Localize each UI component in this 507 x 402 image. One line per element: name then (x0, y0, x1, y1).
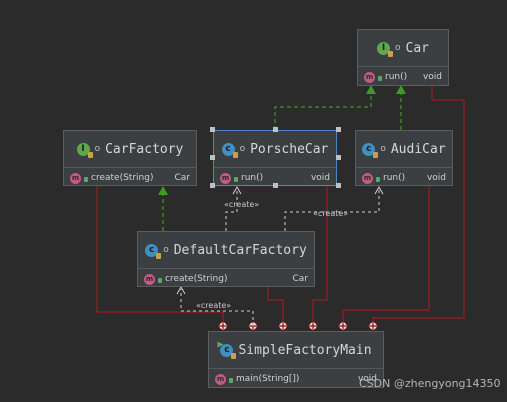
method-icon: m (362, 172, 373, 184)
method-icon: m (70, 172, 81, 184)
association-line-defaultfactory-main (267, 286, 284, 326)
method-icon: m (220, 172, 231, 184)
selection-handle[interactable] (210, 127, 215, 132)
association-line-car-main (372, 86, 465, 326)
node-name: PorscheCar (250, 141, 329, 157)
node-name: SimpleFactoryMain (238, 342, 372, 358)
node-porschecar[interactable]: c o PorscheCar m run() void (213, 130, 337, 186)
node-name: AudiCar (390, 141, 446, 157)
uml-diagram-canvas: «create» «create» «create» I o Car m run… (0, 0, 507, 402)
node-header: I o CarFactory (64, 131, 196, 168)
association-end-plus (220, 323, 376, 329)
node-header: I o Car (358, 30, 448, 67)
node-name: DefaultCarFactory (173, 242, 307, 258)
public-lock-icon (229, 377, 233, 383)
create-label-audicar: «create» (313, 209, 349, 218)
visibility-icon: o (380, 144, 386, 154)
create-line-defaultfactory-porschecar (225, 189, 238, 231)
visibility-icon: o (163, 245, 169, 255)
method-icon: m (215, 373, 226, 385)
method-row[interactable]: m create(String) Car (64, 168, 196, 188)
node-defaultcarfactory[interactable]: c o DefaultCarFactory m create(String) C… (137, 231, 315, 287)
selection-handle[interactable] (210, 183, 215, 188)
association-line-audicar-main (342, 186, 430, 326)
visibility-icon: o (395, 43, 401, 53)
method-row[interactable]: m create(String) Car (138, 269, 314, 289)
class-icon: c (221, 142, 238, 158)
public-lock-icon (158, 277, 162, 283)
create-label-defaultfactory: «create» (196, 301, 232, 310)
selection-handle[interactable] (273, 183, 278, 188)
method-return-type: void (426, 173, 446, 183)
node-header: c o PorscheCar (214, 131, 336, 168)
method-return-type: Car (174, 173, 191, 183)
method-return-type: void (422, 72, 442, 82)
method-signature: run() (385, 72, 408, 82)
association-end-markers (218, 321, 378, 331)
class-icon: c (145, 243, 162, 259)
method-return-type: void (310, 173, 330, 183)
node-header: c o AudiCar (356, 131, 452, 168)
selection-handle[interactable] (273, 127, 278, 132)
public-lock-icon (84, 176, 88, 182)
method-return-type: Car (292, 274, 309, 284)
method-signature: run() (241, 173, 264, 183)
method-signature: main(String[]) (236, 374, 300, 384)
node-name: Car (405, 40, 429, 56)
class-icon: c (217, 341, 237, 359)
node-header: c SimpleFactoryMain (209, 332, 383, 369)
method-signature: create(String) (165, 274, 228, 284)
method-row[interactable]: m main(String[]) void (209, 369, 383, 389)
method-row[interactable]: m run() void (358, 67, 448, 87)
method-icon: m (144, 273, 155, 285)
create-label-porschecar: «create» (224, 200, 260, 209)
method-icon: m (364, 71, 375, 83)
association-line-porschecar-main (312, 186, 328, 326)
node-car[interactable]: I o Car m run() void (357, 29, 449, 86)
public-lock-icon (234, 176, 238, 182)
selection-handle[interactable] (336, 155, 341, 160)
watermark: CSDN @zhengyong14350 (359, 377, 501, 390)
node-name: CarFactory (105, 141, 184, 157)
implements-line-porschecar-car (274, 93, 372, 130)
visibility-icon: o (94, 144, 101, 154)
class-icon: c (362, 142, 379, 158)
interface-icon: I (76, 142, 93, 158)
visibility-icon: o (239, 144, 246, 154)
node-audicar[interactable]: c o AudiCar m run() void (355, 130, 453, 186)
method-signature: create(String) (91, 173, 154, 183)
selection-handle[interactable] (336, 183, 341, 188)
node-simplefactorymain[interactable]: c SimpleFactoryMain m main(String[]) voi… (208, 331, 384, 388)
node-header: c o DefaultCarFactory (138, 232, 314, 269)
public-lock-icon (378, 75, 382, 81)
selection-handle[interactable] (210, 155, 215, 160)
interface-icon: I (377, 41, 393, 57)
method-row[interactable]: m run() void (356, 168, 452, 188)
method-signature: run() (383, 173, 406, 183)
public-lock-icon (376, 176, 380, 182)
node-carfactory[interactable]: I o CarFactory m create(String) Car (63, 130, 197, 186)
selection-handle[interactable] (336, 127, 341, 132)
